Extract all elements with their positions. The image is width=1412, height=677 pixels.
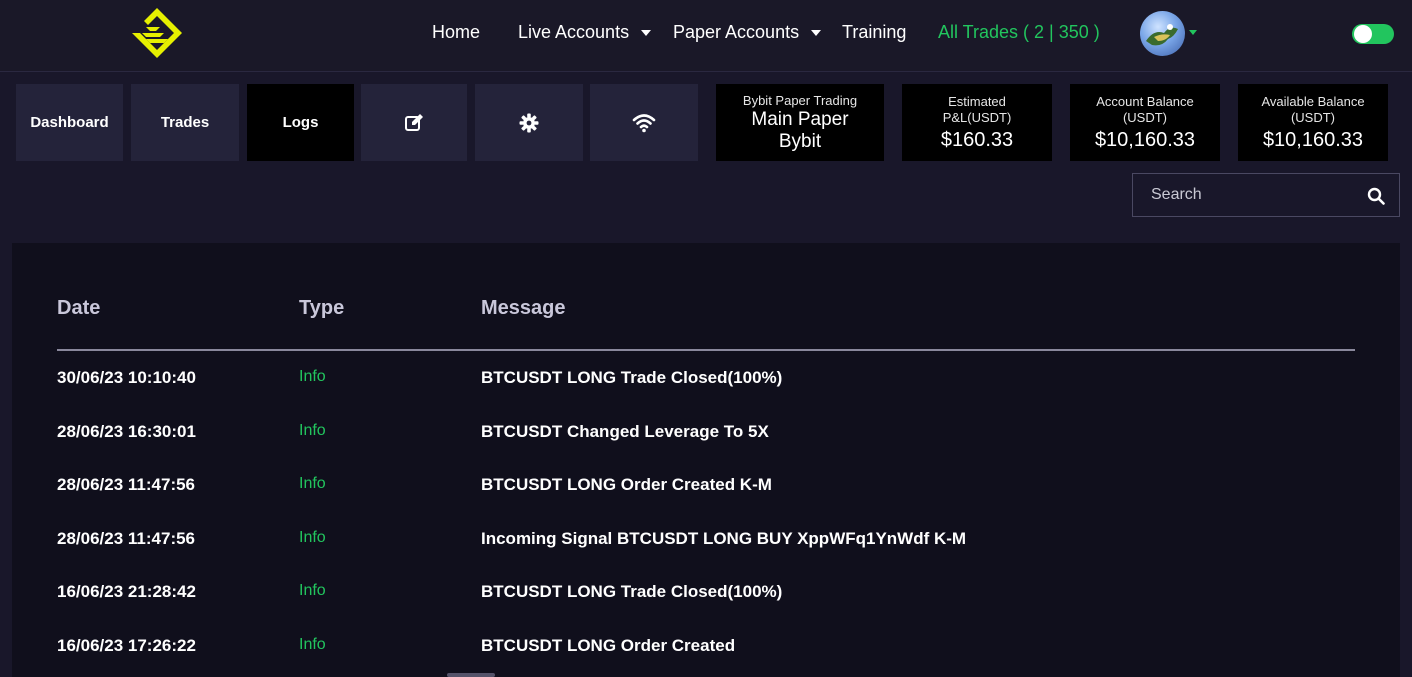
nav-paper-accounts[interactable]: Paper Accounts — [673, 22, 822, 43]
theme-toggle[interactable] — [1352, 24, 1394, 44]
account-balance-card: Account Balance (USDT) $10,160.33 — [1070, 84, 1220, 161]
nav-home[interactable]: Home — [432, 22, 480, 43]
edit-icon — [405, 113, 423, 131]
nav-all-trades-label: All Trades ( 2 | 350 ) — [938, 22, 1100, 42]
gear-icon — [519, 113, 539, 132]
horizontal-scrollbar[interactable] — [447, 673, 495, 677]
avatar-icon — [1146, 24, 1178, 46]
available-balance-label1: Available Balance — [1261, 93, 1365, 109]
column-header-message[interactable]: Message — [481, 297, 566, 320]
account-name-line1: Main Paper — [751, 108, 849, 130]
row-type: Info — [299, 582, 326, 599]
nav-live-accounts-label: Live Accounts — [518, 22, 630, 42]
account-selector[interactable]: Bybit Paper Trading Main Paper Bybit — [716, 84, 884, 161]
nav-training-label: Training — [842, 22, 907, 42]
trades-button-label: Trades — [160, 114, 210, 131]
column-header-date[interactable]: Date — [57, 297, 100, 320]
table-row: 28/06/23 11:47:56 Info BTCUSDT LONG Orde… — [0, 475, 1412, 505]
connection-button[interactable] — [590, 84, 698, 161]
nav-all-trades[interactable]: All Trades ( 2 | 350 ) — [938, 22, 1100, 43]
row-message: BTCUSDT LONG Trade Closed(100%) — [481, 368, 783, 387]
account-balance-label1: Account Balance — [1096, 93, 1194, 109]
nav-training[interactable]: Training — [842, 22, 906, 43]
row-type: Info — [299, 422, 326, 439]
chevron-down-icon[interactable] — [1189, 30, 1197, 35]
row-message: Incoming Signal BTCUSDT LONG BUY XppWFq1… — [481, 529, 967, 548]
row-type: Info — [299, 368, 326, 385]
table-row: 16/06/23 17:26:22 Info BTCUSDT LONG Orde… — [0, 636, 1412, 666]
estimated-pnl-label1: Estimated — [948, 93, 1006, 109]
row-type: Info — [299, 529, 326, 546]
row-message: BTCUSDT LONG Trade Closed(100%) — [481, 582, 783, 601]
row-date: 28/06/23 11:47:56 — [57, 529, 196, 548]
available-balance-card: Available Balance (USDT) $10,160.33 — [1238, 84, 1388, 161]
logo-icon[interactable] — [130, 6, 184, 60]
table-row: 28/06/23 16:30:01 Info BTCUSDT Changed L… — [0, 422, 1412, 452]
row-message: BTCUSDT LONG Order Created — [481, 636, 736, 655]
top-navbar: Home Live Accounts Paper Accounts Traini… — [0, 0, 1412, 72]
header-divider — [57, 349, 1355, 351]
available-balance-value: $10,160.33 — [1262, 128, 1364, 151]
search-input[interactable] — [1133, 186, 1353, 204]
logs-button-label: Logs — [282, 114, 319, 131]
logs-button[interactable]: Logs — [247, 84, 354, 161]
account-type-label: Bybit Paper Trading — [742, 92, 858, 108]
row-date: 16/06/23 17:26:22 — [57, 636, 196, 655]
account-balance-label2: (USDT) — [1122, 109, 1168, 125]
trades-button[interactable]: Trades — [131, 84, 239, 161]
row-message: BTCUSDT Changed Leverage To 5X — [481, 422, 769, 441]
row-date: 16/06/23 21:28:42 — [57, 582, 196, 601]
row-type: Info — [299, 475, 326, 492]
table-row: 16/06/23 21:28:42 Info BTCUSDT LONG Trad… — [0, 582, 1412, 612]
row-date: 28/06/23 11:47:56 — [57, 475, 196, 494]
available-balance-label2: (USDT) — [1290, 109, 1336, 125]
toggle-knob — [1354, 25, 1372, 43]
account-balance-value: $10,160.33 — [1094, 128, 1196, 151]
chevron-down-icon — [811, 29, 822, 36]
row-date: 28/06/23 16:30:01 — [57, 422, 196, 441]
table-row: 28/06/23 11:47:56 Info Incoming Signal B… — [0, 529, 1412, 559]
chevron-down-icon — [641, 29, 652, 36]
search-icon[interactable] — [1367, 187, 1385, 205]
row-type: Info — [299, 636, 326, 653]
edit-button[interactable] — [361, 84, 467, 161]
nav-paper-accounts-label: Paper Accounts — [673, 22, 800, 42]
wifi-icon — [632, 113, 656, 132]
nav-home-label: Home — [432, 22, 481, 42]
avatar[interactable] — [1140, 11, 1185, 56]
nav-live-accounts[interactable]: Live Accounts — [518, 22, 652, 43]
column-header-type[interactable]: Type — [299, 297, 344, 320]
account-name-line2: Bybit — [778, 130, 822, 152]
row-date: 30/06/23 10:10:40 — [57, 368, 196, 387]
settings-button[interactable] — [475, 84, 583, 161]
estimated-pnl-card: Estimated P&L(USDT) $160.33 — [902, 84, 1052, 161]
estimated-pnl-value: $160.33 — [940, 128, 1014, 151]
estimated-pnl-label2: P&L(USDT) — [942, 109, 1012, 125]
search-box — [1132, 173, 1400, 217]
row-message: BTCUSDT LONG Order Created K-M — [481, 475, 772, 494]
table-row: 30/06/23 10:10:40 Info BTCUSDT LONG Trad… — [0, 368, 1412, 398]
dashboard-button[interactable]: Dashboard — [16, 84, 123, 161]
dashboard-button-label: Dashboard — [30, 114, 109, 131]
